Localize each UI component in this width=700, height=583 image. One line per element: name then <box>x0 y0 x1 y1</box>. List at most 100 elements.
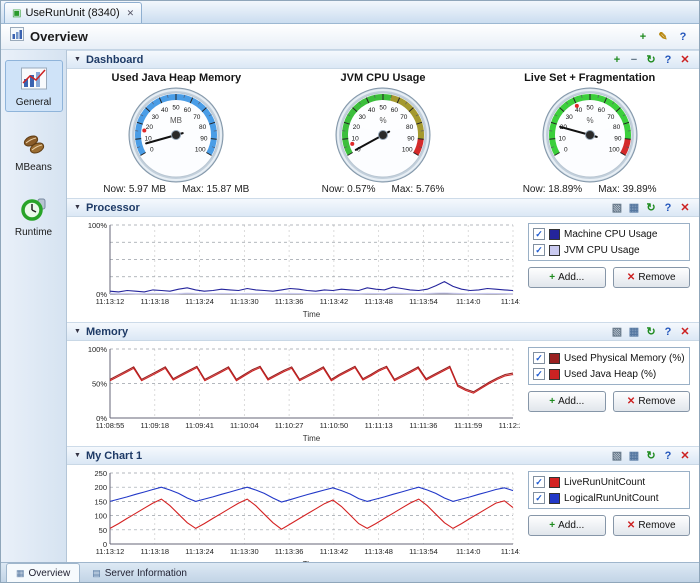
svg-text:11:13:30: 11:13:30 <box>230 547 259 556</box>
checkbox[interactable]: ✓ <box>533 228 545 240</box>
refresh-icon[interactable]: ↻ <box>644 449 658 463</box>
tab-overview[interactable]: ▦ Overview <box>6 563 80 582</box>
gauge-now-value: Now: 0.57% <box>322 184 376 195</box>
svg-text:80: 80 <box>406 124 414 131</box>
table-view-icon[interactable]: ▦ <box>627 325 641 339</box>
sidebar-item-general[interactable]: General <box>5 60 63 112</box>
svg-text:11:13:48: 11:13:48 <box>364 547 393 556</box>
sidebar: General MBeans <box>1 50 67 562</box>
table-view-icon[interactable]: ▦ <box>627 449 641 463</box>
help-icon[interactable]: ? <box>661 201 675 215</box>
svg-text:20: 20 <box>353 124 361 131</box>
remove-button[interactable]: ✕Remove <box>613 515 691 536</box>
remove-button[interactable]: ✕Remove <box>613 391 691 412</box>
collapse-icon[interactable]: ▼ <box>74 452 81 459</box>
legend-item[interactable]: ✓ Used Physical Memory (%) <box>533 352 685 364</box>
section-title: My Chart 1 <box>86 450 142 462</box>
editor-tab-label: UseRunUnit (8340) <box>25 7 119 19</box>
checkbox[interactable]: ✓ <box>533 352 545 364</box>
add-button[interactable]: +Add... <box>528 391 606 412</box>
add-tab-icon[interactable]: + <box>636 30 650 44</box>
server-info-tab-icon: ▤ <box>92 568 101 579</box>
page-title: Overview <box>30 29 88 44</box>
tab-close-icon[interactable]: ✕ <box>127 8 135 19</box>
collapse-icon[interactable]: ▼ <box>74 328 81 335</box>
checkbox[interactable]: ✓ <box>533 476 545 488</box>
remove-dial-icon[interactable]: − <box>627 53 641 67</box>
svg-text:MB: MB <box>170 116 182 125</box>
help-icon[interactable]: ? <box>676 30 690 44</box>
checkbox[interactable]: ✓ <box>533 244 545 256</box>
editor-tab-userununit[interactable]: ▣ UseRunUnit (8340) ✕ <box>4 2 142 23</box>
gauge-max-value: Max: 39.89% <box>598 184 656 195</box>
checkbox[interactable]: ✓ <box>533 368 545 380</box>
close-section-icon[interactable]: ✕ <box>678 53 692 67</box>
close-section-icon[interactable]: ✕ <box>678 325 692 339</box>
legend-item[interactable]: ✓ LogicalRunUnitCount <box>533 492 685 504</box>
refresh-icon[interactable]: ↻ <box>644 201 658 215</box>
processor-legend: ✓ Machine CPU Usage ✓ JVM CPU Usage <box>528 223 690 261</box>
checkbox[interactable]: ✓ <box>533 492 545 504</box>
add-dial-icon[interactable]: + <box>610 53 624 67</box>
svg-text:0%: 0% <box>96 414 107 423</box>
legend-label: LiveRunUnitCount <box>564 477 645 488</box>
edit-icon[interactable]: ✎ <box>656 30 670 44</box>
svg-text:11:10:27: 11:10:27 <box>275 421 304 430</box>
runtime-clock-icon <box>21 196 47 225</box>
svg-text:11:09:41: 11:09:41 <box>185 421 214 430</box>
help-icon[interactable]: ? <box>661 449 675 463</box>
svg-text:11:14:0: 11:14:0 <box>456 547 480 556</box>
svg-text:11:09:18: 11:09:18 <box>140 421 169 430</box>
add-button[interactable]: +Add... <box>528 267 606 288</box>
svg-text:40: 40 <box>161 107 169 114</box>
snapshot-icon[interactable]: ▧ <box>610 201 624 215</box>
cpu-gauge-dial: 0102030405060708090100% <box>293 84 473 184</box>
legend-item[interactable]: ✓ Machine CPU Usage <box>533 228 685 240</box>
overview-icon <box>10 27 24 46</box>
help-icon[interactable]: ? <box>661 53 675 67</box>
sidebar-item-mbeans[interactable]: MBeans <box>5 125 63 177</box>
app-window: ▣ UseRunUnit (8340) ✕ Overview + ✎ ? <box>0 0 700 583</box>
memory-legend: ✓ Used Physical Memory (%) ✓ Used Java H… <box>528 347 690 385</box>
series-swatch <box>549 369 560 380</box>
svg-text:%: % <box>379 116 386 125</box>
tab-server-information[interactable]: ▤ Server Information <box>82 563 197 582</box>
svg-text:30: 30 <box>152 114 160 121</box>
refresh-icon[interactable]: ↻ <box>644 53 658 67</box>
svg-text:11:13:24: 11:13:24 <box>185 547 214 556</box>
refresh-icon[interactable]: ↻ <box>644 325 658 339</box>
legend-item[interactable]: ✓ Used Java Heap (%) <box>533 368 685 380</box>
close-section-icon[interactable]: ✕ <box>678 449 692 463</box>
snapshot-icon[interactable]: ▧ <box>610 325 624 339</box>
remove-button[interactable]: ✕Remove <box>613 267 691 288</box>
svg-text:90: 90 <box>201 135 209 142</box>
gauge-block-heap: Used Java Heap Memory 010203040506070809… <box>74 70 279 195</box>
svg-text:11:13:42: 11:13:42 <box>320 297 349 306</box>
table-view-icon[interactable]: ▦ <box>627 201 641 215</box>
gauge-block-cpu: JVM CPU Usage 0102030405060708090100% No… <box>281 70 486 195</box>
gauge-title: Used Java Heap Memory <box>112 72 242 84</box>
sidebar-item-runtime[interactable]: Runtime <box>5 190 63 242</box>
close-section-icon[interactable]: ✕ <box>678 201 692 215</box>
svg-text:%: % <box>586 116 593 125</box>
svg-text:50: 50 <box>99 526 107 535</box>
svg-text:11:13:36: 11:13:36 <box>275 297 304 306</box>
svg-text:11:14:6: 11:14:6 <box>501 547 520 556</box>
gauge-title: Live Set + Fragmentation <box>524 72 655 84</box>
svg-text:0%: 0% <box>96 290 107 299</box>
svg-text:10: 10 <box>352 135 360 142</box>
svg-text:11:13:30: 11:13:30 <box>230 297 259 306</box>
svg-text:50%: 50% <box>92 380 107 389</box>
collapse-icon[interactable]: ▼ <box>74 204 81 211</box>
help-icon[interactable]: ? <box>661 325 675 339</box>
svg-text:11:12:22: 11:12:22 <box>499 421 520 430</box>
add-button[interactable]: +Add... <box>528 515 606 536</box>
mychart-legend: ✓ LiveRunUnitCount ✓ LogicalRunUnitCount <box>528 471 690 509</box>
snapshot-icon[interactable]: ▧ <box>610 449 624 463</box>
svg-text:90: 90 <box>407 135 415 142</box>
collapse-icon[interactable]: ▼ <box>74 56 81 63</box>
legend-item[interactable]: ✓ JVM CPU Usage <box>533 244 685 256</box>
svg-text:100%: 100% <box>88 345 108 354</box>
svg-text:11:13:18: 11:13:18 <box>140 297 169 306</box>
legend-item[interactable]: ✓ LiveRunUnitCount <box>533 476 685 488</box>
